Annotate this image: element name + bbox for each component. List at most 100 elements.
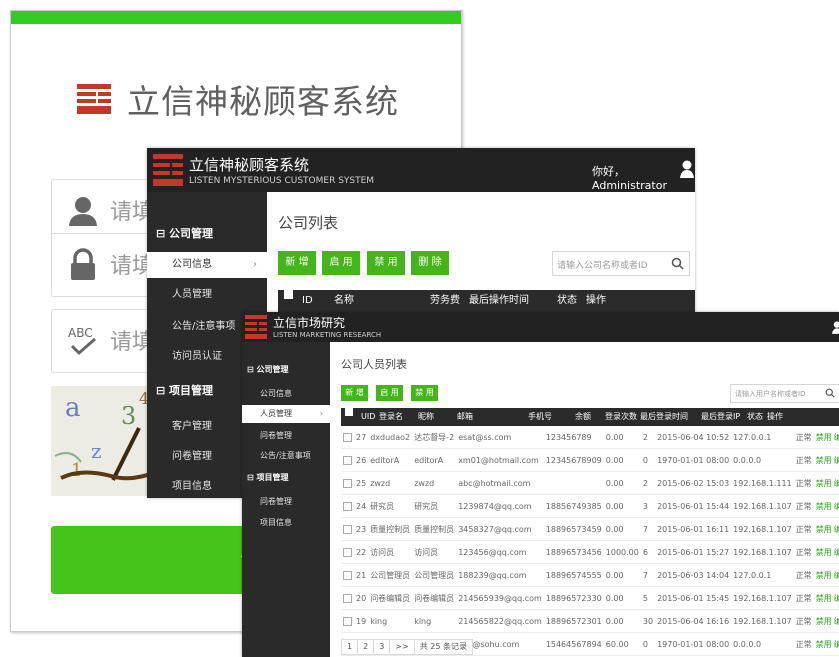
- row-checkbox[interactable]: [341, 494, 354, 518]
- cell-phone: 123456789: [543, 426, 604, 449]
- action-link[interactable]: 禁用: [816, 571, 832, 580]
- action-link[interactable]: 编辑: [834, 456, 839, 465]
- checkbox[interactable]: [343, 593, 352, 603]
- sidebar-section-project: ⊟ 项目管理: [247, 473, 289, 482]
- disable-button[interactable]: 禁 用: [367, 251, 405, 275]
- enable-button[interactable]: 启 用: [376, 385, 403, 401]
- logo-icon: [245, 315, 267, 339]
- action-link[interactable]: 编辑: [834, 548, 839, 557]
- add-button[interactable]: 新 增: [341, 385, 368, 401]
- enable-button[interactable]: 启 用: [322, 251, 360, 275]
- action-link[interactable]: 禁用: [816, 479, 832, 488]
- table-row[interactable]: 27 dxdudao2 达芯督导-2 esat@ss.com 123456789 0.00…: [341, 426, 839, 449]
- company-search-input[interactable]: 请输入公司名称或者ID: [552, 251, 690, 276]
- research-app-subtitle: LISTEN MARKETING RESEARCH: [273, 331, 382, 339]
- captcha-image[interactable]: a 3 4 z 1: [51, 386, 161, 496]
- sidebar-item-clients[interactable]: 客户管理: [172, 417, 212, 432]
- sidebar-item-staff[interactable]: 人员管理 ›: [242, 405, 330, 423]
- row-checkbox[interactable]: [341, 517, 354, 541]
- cell-last_time: 2015-06-02 15:03: [655, 471, 732, 495]
- page-1-button[interactable]: 1: [341, 639, 359, 655]
- col-phone: 手机号: [528, 412, 552, 421]
- action-link[interactable]: 编辑: [834, 525, 839, 534]
- cell-phone: 18896573459: [543, 517, 604, 541]
- page-2-button[interactable]: 2: [357, 639, 375, 655]
- sidebar-item-interviewer-auth[interactable]: 访问员认证: [172, 347, 222, 362]
- row-checkbox[interactable]: [341, 540, 354, 564]
- checkbox[interactable]: [343, 501, 352, 511]
- col-email: 邮箱: [457, 412, 473, 421]
- cell-nick: 质量控制员: [412, 517, 457, 541]
- action-link[interactable]: 编辑: [834, 617, 839, 626]
- checkbox[interactable]: [343, 524, 352, 534]
- user-icon[interactable]: [832, 321, 839, 334]
- action-link[interactable]: 编辑: [834, 502, 839, 511]
- action-link[interactable]: 禁用: [816, 594, 832, 603]
- action-link[interactable]: 编辑: [834, 433, 839, 442]
- checkbox[interactable]: [343, 616, 352, 626]
- search-icon[interactable]: [825, 388, 835, 398]
- action-link[interactable]: 禁用: [816, 617, 832, 626]
- row-checkbox[interactable]: [341, 609, 354, 633]
- next-page-button[interactable]: >>: [389, 639, 415, 655]
- row-checkbox[interactable]: [341, 448, 354, 472]
- checkbox[interactable]: [343, 570, 352, 580]
- checkbox[interactable]: [343, 455, 352, 465]
- sidebar-item-survey-mgmt[interactable]: 问卷管理: [260, 496, 292, 507]
- cell-email: 214565939@qq.com: [456, 586, 544, 610]
- action-link[interactable]: 禁用: [816, 433, 832, 442]
- cell-actions: 禁用编辑重置密码删除: [813, 632, 839, 656]
- sidebar-item-notices[interactable]: 公告/注意事项: [172, 317, 235, 332]
- cell-last_time: 1970-01-01 08:00: [655, 448, 732, 472]
- table-row[interactable]: 23 质量控制员 质量控制员 3458327@qq.com 18896573459 0.0…: [341, 517, 839, 541]
- cell-last_time: 2015-06-04 10:52: [655, 426, 732, 449]
- sidebar-item-surveys[interactable]: 问卷管理: [172, 447, 212, 462]
- add-button[interactable]: 新 增: [278, 251, 316, 275]
- table-row[interactable]: 22 访问员 访问员 123456@qq.com 18896573456 1000.00 6…: [341, 540, 839, 564]
- action-link[interactable]: 禁用: [816, 502, 832, 511]
- sidebar-item-company-info[interactable]: 公司信息: [260, 388, 292, 399]
- disable-button[interactable]: 禁 用: [411, 385, 438, 401]
- page-3-button[interactable]: 3: [373, 639, 391, 655]
- action-link[interactable]: 禁用: [816, 548, 832, 557]
- action-link[interactable]: 编辑: [834, 640, 839, 649]
- action-link[interactable]: 编辑: [834, 594, 839, 603]
- page-title: 公司列表: [278, 214, 339, 232]
- table-row[interactable]: 21 公司管理员 公司管理员 188239@qq.com 18896574555 0.00…: [341, 563, 839, 587]
- table-row[interactable]: 20 问卷编辑员 问卷编辑员 214565939@qq.com 18896572330 0…: [341, 586, 839, 610]
- table-row[interactable]: 24 研究员 研究员 1239874@qq.com 18856749385 0.00 3 20…: [341, 494, 839, 518]
- sidebar-item-projects[interactable]: 项目信息: [260, 517, 292, 528]
- action-link[interactable]: 禁用: [816, 640, 832, 649]
- staff-search-input[interactable]: 请输入用户名称或者ID: [730, 384, 839, 403]
- checkbox[interactable]: [343, 547, 352, 557]
- cell-actions: 禁用编辑重置密码删除: [813, 609, 839, 633]
- checkbox[interactable]: [343, 478, 352, 488]
- cell-nick: 公司管理员: [412, 563, 457, 587]
- table-row[interactable]: 25 zwzd zwzd abc@hotmail.com 0.00 2 2015-06-02…: [341, 471, 839, 495]
- search-icon[interactable]: [671, 257, 684, 270]
- sidebar-item-label: 公司信息: [172, 259, 212, 270]
- action-link[interactable]: 禁用: [816, 456, 832, 465]
- sidebar-item-surveys[interactable]: 问卷管理: [260, 430, 292, 441]
- row-checkbox[interactable]: [341, 563, 354, 587]
- sidebar-item-company-info[interactable]: 公司信息 ›: [147, 252, 267, 278]
- sidebar-item-staff[interactable]: 人员管理: [172, 285, 212, 300]
- user-icon[interactable]: [680, 160, 694, 178]
- record-count: 共 25 条记录: [413, 639, 473, 655]
- row-checkbox[interactable]: [341, 586, 354, 610]
- table-row[interactable]: 26 editorA editorA xm01@hotmail.com 12345678…: [341, 448, 839, 472]
- cell-phone: 18896574555: [543, 563, 604, 587]
- delete-button[interactable]: 删 除: [411, 251, 449, 275]
- table-row[interactable]: 19 king king 214565822@qq.com 18896572301 0.0…: [341, 609, 839, 633]
- action-link[interactable]: 禁用: [816, 525, 832, 534]
- action-link[interactable]: 编辑: [834, 479, 839, 488]
- cell-actions: 禁用编辑重置密码删除: [813, 471, 839, 495]
- sidebar-item-notices[interactable]: 公告/注意事项: [260, 450, 311, 461]
- action-link[interactable]: 编辑: [834, 571, 839, 580]
- cell-nick: 达芯督导-2: [412, 426, 457, 449]
- sidebar-item-projects[interactable]: 项目信息: [172, 477, 212, 492]
- row-checkbox[interactable]: [341, 471, 354, 495]
- row-checkbox[interactable]: [341, 426, 354, 449]
- cell-login: dxdudao2: [368, 426, 413, 449]
- checkbox[interactable]: [343, 432, 352, 442]
